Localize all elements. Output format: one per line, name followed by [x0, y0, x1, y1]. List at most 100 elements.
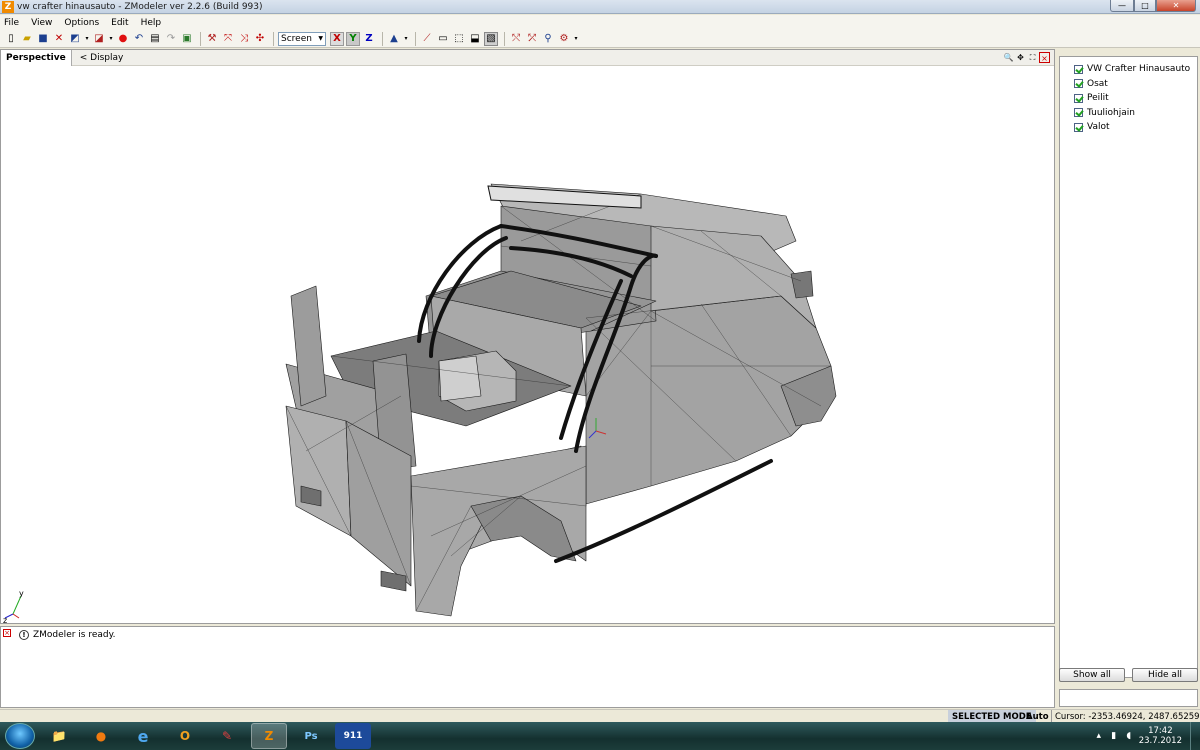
- delete-icon[interactable]: ✕: [52, 32, 66, 46]
- object-item[interactable]: VW Crafter Hinausauto: [1060, 62, 1197, 77]
- toolbar-separator: [200, 31, 201, 46]
- clock-time: 17:42: [1148, 726, 1173, 736]
- new-icon[interactable]: ▯: [4, 32, 18, 46]
- viewport-tools: 🔍 ✥ ⛶ ×: [1002, 52, 1050, 63]
- volume-icon[interactable]: ◖: [1124, 731, 1134, 741]
- pointer-dropdown-icon[interactable]: ▾: [403, 32, 409, 46]
- object-tree: VW Crafter Hinausauto Osat Peilit Tuulio…: [1059, 56, 1198, 678]
- import-icon[interactable]: ◩: [68, 32, 82, 46]
- visibility-checkbox[interactable]: [1074, 122, 1083, 132]
- redo-icon[interactable]: ↷: [164, 32, 178, 46]
- undo-icon[interactable]: ↶: [132, 32, 146, 46]
- coordinate-system-select[interactable]: Screen ▼: [278, 31, 326, 46]
- taskbar-explorer-icon[interactable]: 📁: [41, 723, 77, 749]
- object-item[interactable]: Valot: [1060, 120, 1197, 135]
- object-item[interactable]: Peilit: [1060, 91, 1197, 106]
- object-item[interactable]: Osat: [1060, 77, 1197, 92]
- panel-buttons: Show all Hide all: [1059, 668, 1198, 682]
- menu-help[interactable]: Help: [141, 18, 162, 28]
- object-item[interactable]: Tuuliohjain: [1060, 106, 1197, 121]
- zoom-icon[interactable]: 🔍: [1003, 52, 1014, 63]
- menu-options[interactable]: Options: [64, 18, 99, 28]
- visibility-checkbox[interactable]: [1074, 93, 1083, 103]
- hierarchy-icon[interactable]: ⚒: [205, 32, 219, 46]
- import-dropdown-icon[interactable]: ▾: [84, 32, 90, 46]
- visibility-checkbox[interactable]: [1074, 64, 1083, 74]
- network-icon[interactable]: ▮: [1109, 731, 1119, 741]
- window-title: vw crafter hinausauto - ZModeler ver 2.2…: [17, 1, 263, 12]
- more-tools-dropdown-icon[interactable]: ▾: [573, 32, 579, 46]
- weld-icon[interactable]: ⤲: [509, 32, 523, 46]
- export-dropdown-icon[interactable]: ▾: [108, 32, 114, 46]
- object-label: Osat: [1087, 78, 1108, 89]
- log-panel: × ! ZModeler is ready.: [0, 626, 1055, 708]
- perspective-viewport[interactable]: Perspective < Display 🔍 ✥ ⛶ × y z: [0, 49, 1055, 624]
- taskbar-photoshop-icon[interactable]: Ps: [293, 723, 329, 749]
- object-label: VW Crafter Hinausauto: [1087, 64, 1191, 75]
- pan-icon[interactable]: ✥: [1015, 52, 1026, 63]
- maximize-button[interactable]: □: [1134, 0, 1156, 12]
- toolbar-separator: [382, 31, 383, 46]
- toolbar-separator: [273, 31, 274, 46]
- pointer-icon[interactable]: ▲: [387, 32, 401, 46]
- object-label: Tuuliohjain: [1087, 107, 1135, 118]
- menu-view[interactable]: View: [31, 18, 52, 28]
- show-desktop-button[interactable]: [1190, 722, 1200, 750]
- axis-z-toggle[interactable]: Z: [362, 32, 376, 46]
- zmodeler-app-icon[interactable]: Z: [2, 0, 14, 13]
- scale-icon[interactable]: ✣: [253, 32, 267, 46]
- box-icon[interactable]: ⬚: [452, 32, 466, 46]
- close-button[interactable]: ✕: [1156, 0, 1196, 12]
- taskbar-911-icon[interactable]: 911: [335, 723, 371, 749]
- 3d-model-render[interactable]: y z: [1, 66, 1054, 623]
- axis-z-label: z: [3, 616, 7, 623]
- visibility-checkbox[interactable]: [1074, 108, 1083, 118]
- show-all-button[interactable]: Show all: [1059, 668, 1125, 682]
- viewport-close-icon[interactable]: ×: [1039, 52, 1050, 63]
- taskbar-firefox-icon[interactable]: ●: [83, 723, 119, 749]
- taskbar-zmodeler-icon[interactable]: Z: [251, 723, 287, 749]
- hide-all-button[interactable]: Hide all: [1132, 668, 1198, 682]
- menu-file[interactable]: File: [4, 18, 19, 28]
- log-close-icon[interactable]: ×: [3, 629, 11, 637]
- viewport-display-menu[interactable]: < Display: [80, 53, 124, 63]
- system-tray: ▴ ▮ ◖ 17:42 23.7.2012: [1090, 722, 1200, 750]
- info-icon: !: [19, 630, 29, 640]
- rotate-icon[interactable]: ⤨: [237, 32, 251, 46]
- world-axis-indicator: y z: [3, 589, 24, 623]
- toolbar-separator: [504, 31, 505, 46]
- move-icon[interactable]: ⤧: [221, 32, 235, 46]
- taskbar-outlook-icon[interactable]: O: [167, 723, 203, 749]
- select-box-icon[interactable]: ▧: [484, 31, 498, 46]
- status-bar: SELECTED MODE Auto Cursor: -2353.46924, …: [0, 709, 1200, 723]
- tray-arrow-icon[interactable]: ▴: [1094, 731, 1104, 741]
- cube-icon[interactable]: ⬓: [468, 32, 482, 46]
- open-icon[interactable]: ▰: [20, 32, 34, 46]
- taskbar-paint-icon[interactable]: ✎: [209, 723, 245, 749]
- main-toolbar: ▯ ▰ ■ ✕ ◩ ▾ ◪ ▾ ● ↶ ▤ ↷ ▣ ⚒ ⤧ ⤨ ✣ Screen…: [0, 30, 1200, 48]
- pin-icon[interactable]: ⟋: [420, 32, 434, 46]
- coordinate-system-value: Screen: [281, 33, 312, 44]
- minimize-button[interactable]: —: [1110, 0, 1134, 12]
- walk-icon[interactable]: ⚲: [541, 32, 555, 46]
- axis-x-toggle[interactable]: X: [330, 31, 344, 46]
- fit-icon[interactable]: ⛶: [1027, 52, 1038, 63]
- start-button[interactable]: [5, 723, 35, 749]
- chevron-down-icon: ▼: [318, 35, 323, 42]
- export-icon[interactable]: ◪: [92, 32, 106, 46]
- taskbar-ie-icon[interactable]: e: [125, 723, 161, 749]
- clock-date: 23.7.2012: [1138, 736, 1182, 746]
- viewport-tab-perspective[interactable]: Perspective: [1, 49, 72, 66]
- menu-edit[interactable]: Edit: [111, 18, 128, 28]
- visibility-checkbox[interactable]: [1074, 79, 1083, 89]
- record-icon[interactable]: ●: [116, 32, 130, 46]
- taskbar-clock[interactable]: 17:42 23.7.2012: [1139, 726, 1182, 746]
- render-icon[interactable]: ▣: [180, 32, 194, 46]
- gear-icon[interactable]: ⚙: [557, 32, 571, 46]
- save-icon[interactable]: ■: [36, 32, 50, 46]
- properties-icon[interactable]: ▤: [148, 32, 162, 46]
- split-icon[interactable]: ⤱: [525, 32, 539, 46]
- frame-icon[interactable]: ▭: [436, 32, 450, 46]
- axis-y-toggle[interactable]: Y: [346, 31, 360, 46]
- title-bar: Z vw crafter hinausauto - ZModeler ver 2…: [0, 0, 1200, 14]
